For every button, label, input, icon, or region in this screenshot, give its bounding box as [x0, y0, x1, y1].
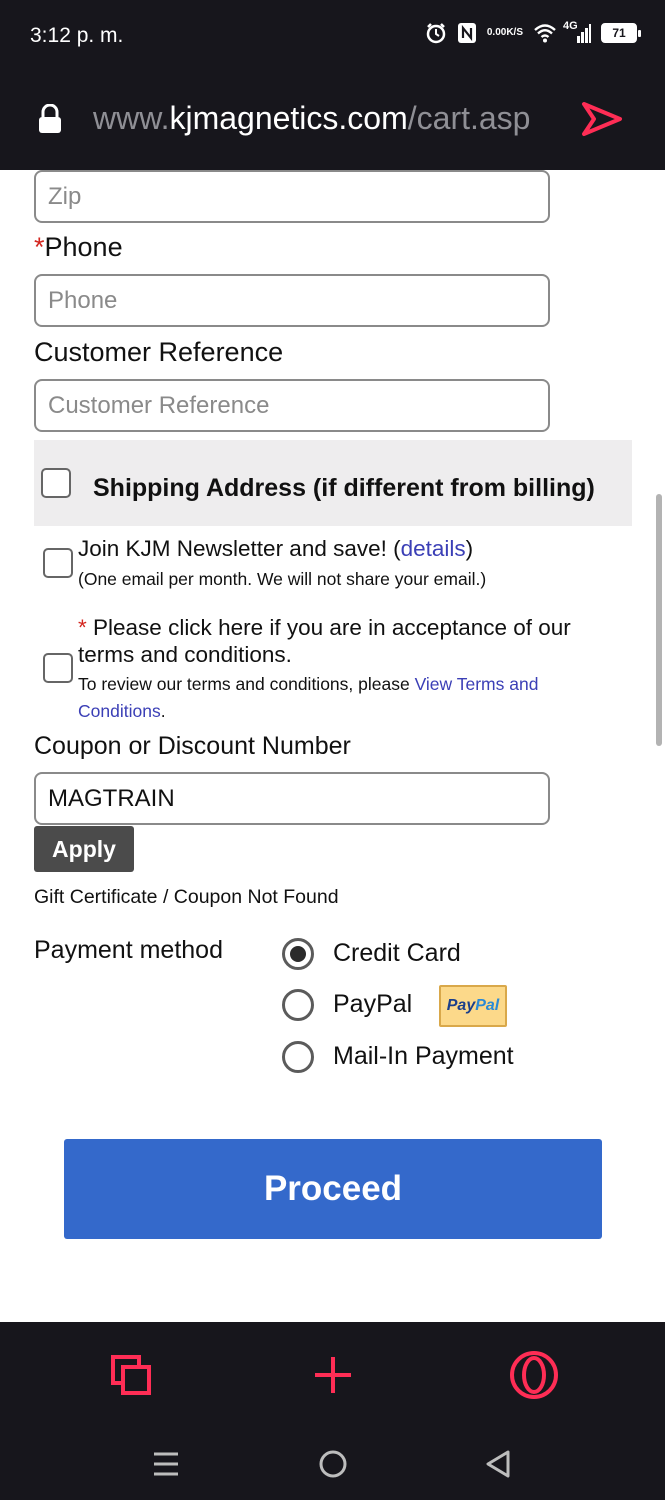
terms-label-line1: Please click here if you are in acceptan… [86, 615, 571, 640]
battery-icon: 71 [601, 23, 641, 43]
shipping-address-checkbox[interactable] [41, 468, 71, 498]
terms-note: To review our terms and conditions, plea… [78, 671, 538, 725]
credit-card-radio[interactable] [282, 938, 314, 970]
status-time: 3:12 p. m. [30, 24, 124, 47]
terms-note-period: . [160, 701, 166, 721]
nfc-icon [457, 22, 477, 44]
url-host: kjmagnetics.com [169, 100, 408, 136]
zip-input[interactable] [34, 170, 550, 223]
new-tab-plus-icon[interactable] [312, 1354, 354, 1401]
phone-label-text: Phone [44, 232, 123, 262]
status-bar: 3:12 p. m. 0.00 K/S 4G 71 [0, 0, 665, 72]
recents-menu-icon[interactable] [152, 1450, 180, 1483]
coupon-input[interactable] [34, 772, 550, 825]
page-scrollbar[interactable] [656, 494, 662, 746]
view-terms-link-part1[interactable]: View Terms and [415, 674, 539, 694]
url-field[interactable]: www.kjmagnetics.com/cart.asp [93, 100, 553, 137]
signal-icon: 4G [563, 20, 591, 44]
required-marker: * [34, 232, 45, 262]
battery-level: 71 [612, 26, 626, 40]
browser-bottom-bar [0, 1322, 665, 1428]
phone-label: *Phone [34, 232, 123, 263]
wifi-icon [533, 23, 557, 43]
newsletter-label-text: Join KJM Newsletter and save! ( [78, 536, 401, 561]
proceed-button[interactable]: Proceed [64, 1139, 602, 1239]
lock-icon [38, 103, 62, 139]
browser-address-bar: www.kjmagnetics.com/cart.asp [0, 72, 665, 170]
net-speed-value: 0.00 [486, 27, 507, 38]
opera-menu-icon[interactable] [509, 1350, 559, 1405]
credit-card-label[interactable]: Credit Card [333, 939, 461, 968]
paypal-label[interactable]: PayPal [333, 990, 412, 1019]
checkout-form: *Phone Customer Reference Shipping Addre… [0, 170, 665, 1322]
apply-coupon-button[interactable]: Apply [34, 826, 134, 872]
terms-label: * Please click here if you are in accept… [78, 614, 571, 668]
paypal-radio[interactable] [282, 989, 314, 1021]
newsletter-label: Join KJM Newsletter and save! (details) [78, 536, 473, 562]
send-arrow-icon[interactable] [580, 100, 624, 143]
coupon-error-message: Gift Certificate / Coupon Not Found [34, 886, 339, 908]
newsletter-note: (One email per month. We will not share … [78, 569, 487, 589]
terms-note-text: To review our terms and conditions, plea… [78, 674, 415, 694]
alarm-icon [425, 22, 447, 44]
terms-label-line2: terms and conditions. [78, 642, 292, 667]
url-prefix: www. [93, 100, 170, 136]
customer-reference-input[interactable] [34, 379, 550, 432]
net-speed-unit: K/S [506, 27, 523, 38]
coupon-label: Coupon or Discount Number [34, 732, 351, 760]
network-type: 4G [563, 20, 578, 32]
terms-checkbox[interactable] [43, 653, 73, 683]
home-circle-icon[interactable] [318, 1449, 348, 1484]
shipping-address-section: Shipping Address (if different from bill… [34, 440, 632, 526]
mail-in-payment-label[interactable]: Mail-In Payment [333, 1042, 514, 1071]
payment-method-label: Payment method [34, 936, 223, 964]
newsletter-checkbox[interactable] [43, 548, 73, 578]
newsletter-label-close: ) [465, 536, 474, 561]
net-speed: 0.00 K/S [487, 28, 523, 38]
system-navigation-bar [0, 1428, 665, 1500]
paypal-logo-pal: Pal [475, 997, 500, 1014]
status-icons: 0.00 K/S 4G 71 [425, 20, 641, 44]
paypal-logo: Pay Pal [439, 985, 507, 1027]
back-triangle-icon[interactable] [484, 1449, 512, 1484]
terms-required-marker: * [78, 615, 87, 640]
url-path: /cart.asp [407, 100, 531, 136]
newsletter-details-link[interactable]: details [401, 536, 466, 561]
view-terms-link-part2[interactable]: Conditions [78, 701, 161, 721]
shipping-address-label: Shipping Address (if different from bill… [93, 474, 595, 502]
mail-in-payment-radio[interactable] [282, 1041, 314, 1073]
tabs-icon[interactable] [110, 1354, 152, 1401]
phone-input[interactable] [34, 274, 550, 327]
customer-reference-label: Customer Reference [34, 337, 284, 367]
paypal-logo-pay: Pay [446, 997, 476, 1014]
